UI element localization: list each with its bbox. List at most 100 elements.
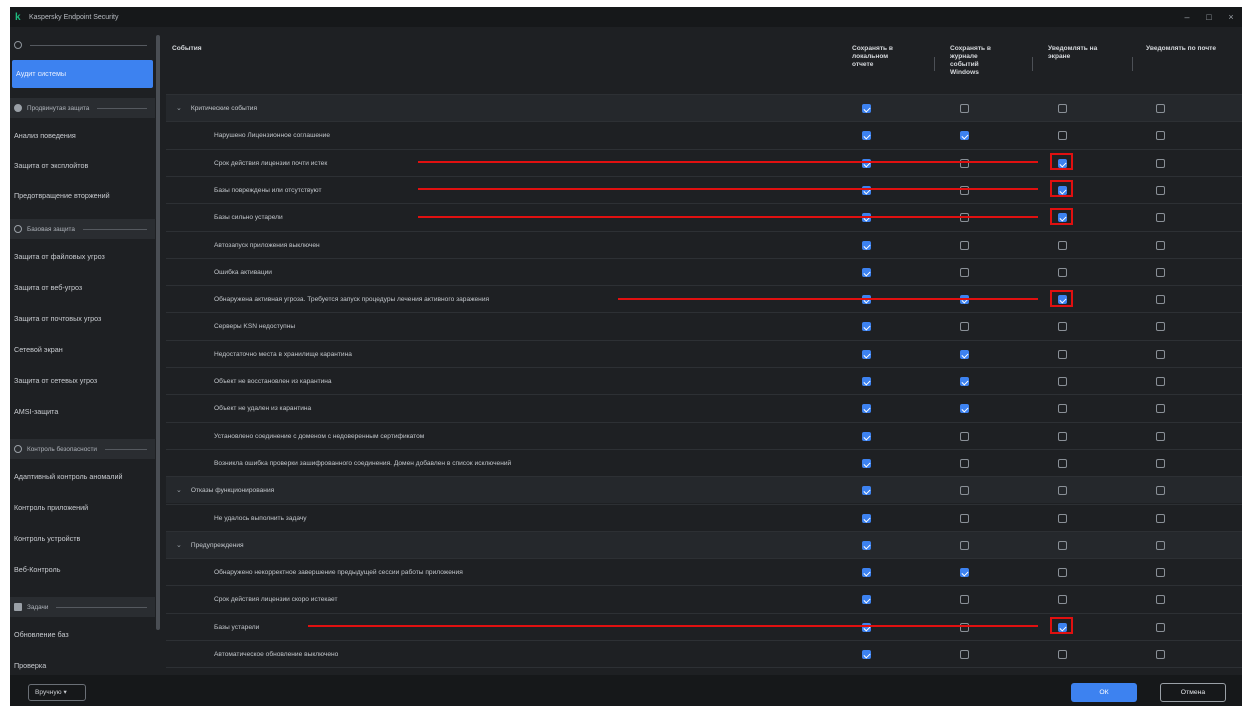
ok-button[interactable]: ОК bbox=[1071, 683, 1137, 702]
checkbox[interactable] bbox=[862, 213, 871, 223]
checkbox[interactable] bbox=[960, 213, 969, 223]
checkbox[interactable] bbox=[1156, 240, 1165, 250]
sidebar-item-adaptive-anomaly[interactable]: Адаптивный контроль аномалий bbox=[10, 463, 155, 491]
header-save-local[interactable]: Сохранять в локальном отчете bbox=[852, 45, 893, 69]
checkbox[interactable] bbox=[1058, 650, 1067, 659]
checkbox[interactable] bbox=[1058, 131, 1067, 141]
checkbox[interactable] bbox=[1156, 486, 1165, 496]
checkbox[interactable] bbox=[960, 267, 969, 277]
sidebar-item-network-threats[interactable]: Защита от сетевых угроз bbox=[10, 367, 155, 395]
checkbox[interactable] bbox=[1058, 513, 1067, 523]
checkbox[interactable] bbox=[1156, 595, 1165, 605]
checkbox[interactable] bbox=[1058, 458, 1067, 468]
checkbox[interactable] bbox=[1058, 540, 1067, 550]
checkbox[interactable] bbox=[960, 431, 969, 441]
minimize-icon[interactable]: – bbox=[1176, 12, 1198, 22]
checkbox[interactable] bbox=[960, 349, 969, 359]
checkbox[interactable] bbox=[960, 104, 969, 113]
checkbox[interactable] bbox=[1156, 404, 1165, 414]
checkbox[interactable] bbox=[960, 185, 969, 195]
checkbox[interactable] bbox=[1058, 349, 1067, 359]
checkbox[interactable] bbox=[1156, 568, 1165, 578]
checkbox[interactable] bbox=[1156, 295, 1165, 305]
checkbox[interactable] bbox=[960, 295, 969, 305]
sidebar-item-mail-threats[interactable]: Защита от почтовых угроз bbox=[10, 305, 155, 333]
checkbox[interactable] bbox=[1156, 349, 1165, 359]
sidebar-item-app-control[interactable]: Контроль приложений bbox=[10, 494, 155, 522]
checkbox[interactable] bbox=[1156, 431, 1165, 441]
checkbox[interactable] bbox=[862, 595, 871, 605]
checkbox[interactable] bbox=[862, 131, 871, 141]
sidebar-item-exploit[interactable]: Защита от эксплойтов bbox=[10, 152, 155, 180]
header-notify-mail[interactable]: Уведомлять по почте bbox=[1146, 45, 1216, 53]
checkbox[interactable] bbox=[1156, 213, 1165, 223]
checkbox[interactable] bbox=[862, 568, 871, 578]
checkbox[interactable] bbox=[1058, 104, 1067, 113]
checkbox[interactable] bbox=[960, 540, 969, 550]
checkbox[interactable] bbox=[1156, 622, 1165, 632]
sidebar-item-intrusion[interactable]: Предотвращение вторжений bbox=[10, 182, 155, 210]
chevron-down-icon[interactable]: ⌄ bbox=[176, 532, 182, 559]
sidebar-item-system-audit[interactable]: Аудит системы bbox=[12, 60, 153, 88]
checkbox[interactable] bbox=[960, 322, 969, 332]
checkbox[interactable] bbox=[1058, 595, 1067, 605]
checkbox[interactable] bbox=[1058, 568, 1067, 578]
checkbox[interactable] bbox=[1156, 540, 1165, 550]
checkbox[interactable] bbox=[1058, 322, 1067, 332]
checkbox[interactable] bbox=[862, 377, 871, 386]
checkbox[interactable] bbox=[960, 404, 969, 414]
checkbox[interactable] bbox=[1058, 431, 1067, 441]
mode-dropdown[interactable]: Вручную ▾ bbox=[28, 684, 86, 701]
checkbox[interactable] bbox=[1156, 650, 1165, 659]
checkbox[interactable] bbox=[1156, 267, 1165, 277]
checkbox[interactable] bbox=[862, 540, 871, 550]
chevron-down-icon[interactable]: ⌄ bbox=[176, 477, 182, 504]
checkbox[interactable] bbox=[960, 650, 969, 659]
checkbox[interactable] bbox=[862, 622, 871, 632]
sidebar-item-update[interactable]: Обновление баз bbox=[10, 621, 155, 649]
checkbox[interactable] bbox=[1156, 158, 1165, 168]
checkbox[interactable] bbox=[862, 513, 871, 523]
checkbox[interactable] bbox=[862, 267, 871, 277]
sidebar-item-amsi[interactable]: AMSI-защита bbox=[10, 398, 155, 426]
checkbox[interactable] bbox=[960, 622, 969, 632]
checkbox[interactable] bbox=[1156, 513, 1165, 523]
checkbox[interactable] bbox=[1156, 458, 1165, 468]
sidebar-item-behavior[interactable]: Анализ поведения bbox=[10, 122, 155, 150]
sidebar-item-web-threats[interactable]: Защита от веб-угроз bbox=[10, 274, 155, 302]
maximize-icon[interactable]: □ bbox=[1198, 12, 1220, 22]
checkbox[interactable] bbox=[862, 349, 871, 359]
checkbox[interactable] bbox=[960, 377, 969, 386]
sidebar-item-web-control[interactable]: Веб-Контроль bbox=[10, 556, 155, 584]
checkbox[interactable] bbox=[960, 486, 969, 496]
checkbox[interactable] bbox=[960, 513, 969, 523]
checkbox[interactable] bbox=[862, 104, 871, 113]
header-save-windows-log[interactable]: Сохранять в журнале событий Windows bbox=[950, 45, 991, 77]
cancel-button[interactable]: Отмена bbox=[1160, 683, 1226, 702]
checkbox[interactable] bbox=[862, 404, 871, 414]
checkbox[interactable] bbox=[1156, 131, 1165, 141]
checkbox[interactable] bbox=[960, 158, 969, 168]
sidebar-scrollbar[interactable] bbox=[156, 35, 160, 630]
sidebar-item-firewall[interactable]: Сетевой экран bbox=[10, 336, 155, 364]
chevron-down-icon[interactable]: ⌄ bbox=[176, 95, 182, 122]
checkbox[interactable] bbox=[862, 650, 871, 659]
checkbox[interactable] bbox=[960, 131, 969, 141]
checkbox[interactable] bbox=[862, 158, 871, 168]
checkbox[interactable] bbox=[1058, 404, 1067, 414]
checkbox[interactable] bbox=[862, 431, 871, 441]
checkbox[interactable] bbox=[862, 458, 871, 468]
checkbox[interactable] bbox=[1156, 104, 1165, 113]
checkbox[interactable] bbox=[862, 486, 871, 496]
checkbox[interactable] bbox=[862, 322, 871, 332]
checkbox[interactable] bbox=[862, 185, 871, 195]
checkbox[interactable] bbox=[1058, 267, 1067, 277]
checkbox[interactable] bbox=[1058, 240, 1067, 250]
checkbox[interactable] bbox=[1156, 322, 1165, 332]
header-notify-screen[interactable]: Уведомлять на экране bbox=[1048, 45, 1097, 61]
checkbox[interactable] bbox=[960, 240, 969, 250]
sidebar-item-device-control[interactable]: Контроль устройств bbox=[10, 525, 155, 553]
checkbox[interactable] bbox=[1156, 185, 1165, 195]
close-icon[interactable]: × bbox=[1220, 12, 1242, 22]
checkbox[interactable] bbox=[960, 458, 969, 468]
